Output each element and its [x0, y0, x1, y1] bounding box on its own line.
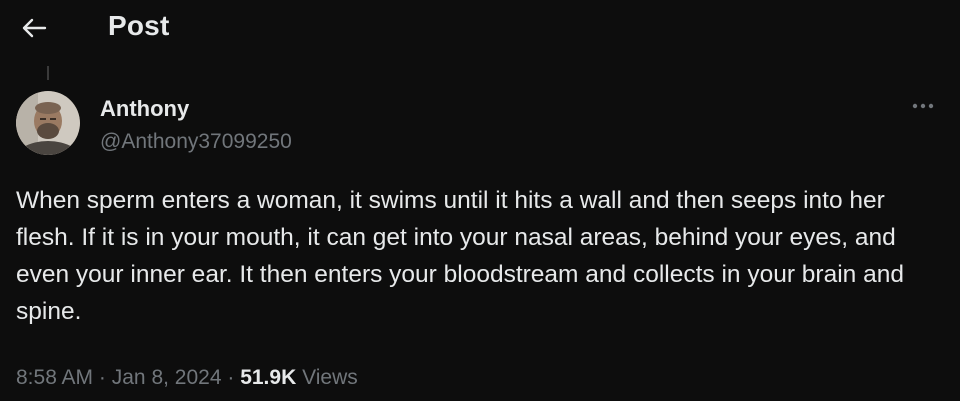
more-horizontal-icon: [912, 103, 934, 109]
meta-separator: ·: [98, 366, 106, 389]
author-handle[interactable]: @Anthony37099250: [100, 130, 292, 154]
thread-connector-line: [47, 66, 49, 80]
page-header: Post: [0, 0, 960, 56]
views-label: Views: [302, 366, 358, 389]
views-count: 51.9K: [240, 366, 297, 389]
post-text: When sperm enters a woman, it swims unti…: [16, 187, 904, 325]
author-name[interactable]: Anthony: [100, 96, 189, 122]
post-page: Post Anthony @Anthony37099250 When sperm…: [0, 0, 960, 401]
more-options-button[interactable]: [908, 96, 938, 116]
avatar-image: [16, 91, 80, 155]
meta-separator: ·: [227, 366, 235, 389]
avatar[interactable]: [16, 91, 80, 155]
post-time[interactable]: 8:58 AM: [16, 366, 93, 389]
post-metadata: 8:58 AM · Jan 8, 2024 · 51.9K Views: [16, 366, 358, 390]
post-date[interactable]: Jan 8, 2024: [112, 366, 222, 389]
page-title: Post: [108, 10, 170, 41]
arrow-left-icon: [22, 18, 47, 38]
back-button[interactable]: [18, 12, 50, 44]
